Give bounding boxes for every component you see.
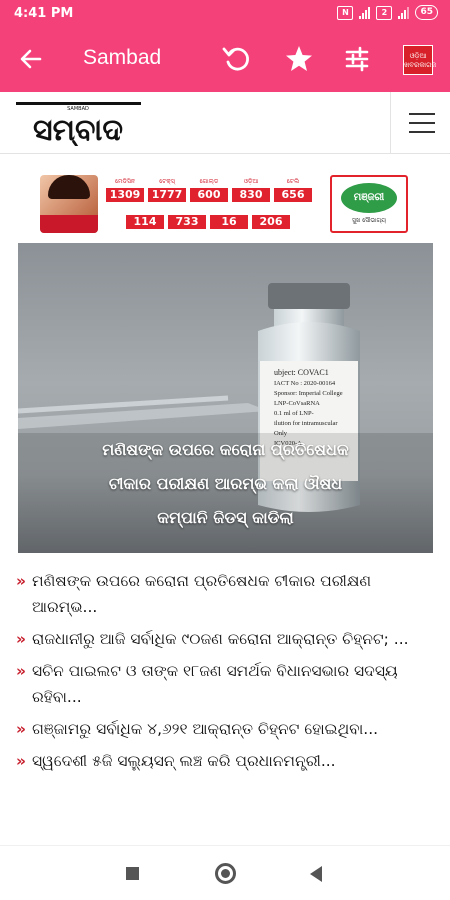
ad-score-value: 206 <box>252 215 290 229</box>
hamburger-menu-icon[interactable] <box>390 92 450 154</box>
vial-label-1: ubject: COVAC1 <box>274 368 329 377</box>
home-circle-icon[interactable] <box>215 863 236 884</box>
news-item[interactable]: » ସଚିନ ପାଇଲଟ ଓ ତାଙ୍କ ୧୮ଜଣ ସମର୍ଥକ ବିଧାନସଭ… <box>16 658 436 710</box>
status-bar: 4:41 PM N 2 65 <box>0 0 450 28</box>
hero-caption: ମଣିଷଙ୍କ ଉପରେ କରୋନା ପ୍ରତିଷେଧକ ଟୀକାର ପରୀକ୍… <box>18 433 433 535</box>
vial-label-3: Sponsor: Imperial College <box>274 390 343 397</box>
signal-4g-icon <box>359 6 371 19</box>
news-headline[interactable]: ଗଞ୍ଜାମରୁ ସର୍ବାଧିକ ୪,୬୨୧ ଆକ୍ରାନ୍ତ ଚିହ୍ନଟ … <box>32 716 436 742</box>
double-chevron-icon: » <box>16 752 27 770</box>
back-triangle-icon[interactable] <box>310 866 322 882</box>
ad-score: 16 <box>210 205 248 229</box>
ad-score-value: 1309 <box>106 188 144 202</box>
double-chevron-icon: » <box>16 662 27 680</box>
logo-small-text: SAMBAD <box>67 106 89 112</box>
vial-label-5: 0.1 ml of LNP- <box>274 410 314 417</box>
ad-score-value: 656 <box>274 188 312 202</box>
hero-caption-line-2: ଟୀକାର ପରୀକ୍ଷଣ ଆରମ୍ଭ କଲା ଔଷଧ <box>108 474 343 493</box>
vial-label-2: IACT No : 2020-00164 <box>274 380 336 387</box>
app-bar: Sambad ଓଡ଼ିଆ ଖବରକାଗଜ <box>0 28 450 92</box>
news-headline[interactable]: ରାଜଧାନୀରୁ ଆଜି ସର୍ବାଧିକ ୯୦ଜଣ କରୋନା ଆକ୍ରାନ… <box>32 626 436 652</box>
ad-scores: ମେଡିସିନ 1309 ଟେକ୍ସ୍ 1777 ଗୋଲ୍ଡ 600 ଓଡ଼ିଆ 830 ଟେଲ… <box>106 178 326 232</box>
ad-score-value: 830 <box>232 188 270 202</box>
hero-image[interactable]: ubject: COVAC1 IACT No : 2020-00164 Spon… <box>18 243 433 553</box>
app-title: Sambad <box>83 46 162 69</box>
sambad-thumbnail-text: ଓଡ଼ିଆ ଖବରକାଗଜ <box>404 52 437 69</box>
ad-score-value: 600 <box>190 188 228 202</box>
ad-score: ଗୋଲ୍ଡ 600 <box>190 178 228 202</box>
ad-score-label: ଟେକ୍ସ୍ <box>159 178 175 185</box>
ad-score-label <box>168 205 206 214</box>
ad-score: ଟେଲି 656 <box>274 178 312 202</box>
ad-brand-tag: ସୁଖ ସୌଭାଗ୍ୟ <box>351 217 387 224</box>
double-chevron-icon: » <box>16 720 27 738</box>
ad-score-label: ଟେଲି <box>286 178 300 185</box>
settings-sliders-icon[interactable] <box>340 42 374 76</box>
status-time: 4:41 PM <box>14 6 74 21</box>
site-header: SAMBAD ସମ୍ବାଦ <box>0 92 450 154</box>
ad-score-row-2: 114 733 16 206 <box>106 205 326 229</box>
refresh-icon[interactable] <box>220 42 254 76</box>
logo-text: ସମ୍ବାଦ <box>33 113 123 146</box>
ad-score-value: 16 <box>210 215 248 229</box>
status-icons: N 2 65 <box>337 5 438 20</box>
ad-model-image <box>40 175 98 233</box>
ad-score-value: 1777 <box>148 188 186 202</box>
hero-caption-line-3: କମ୍ପାନି ଜିଡସ୍ କାଡିଲା <box>157 508 294 527</box>
news-item[interactable]: » ଗଞ୍ଜାମରୁ ସର୍ବାଧିକ ୪,୬୨୧ ଆକ୍ରାନ୍ତ ଚିହ୍ନ… <box>16 716 436 742</box>
signal-icon <box>398 6 410 19</box>
sambad-logo[interactable]: SAMBAD ସମ୍ବାଦ <box>16 102 141 149</box>
ad-banner[interactable]: ମେଡିସିନ 1309 ଟେକ୍ସ୍ 1777 ଗୋଲ୍ଡ 600 ଓଡ଼ିଆ 830 ଟେଲ… <box>40 175 410 235</box>
news-headline[interactable]: ସଚିନ ପାଇଲଟ ଓ ତାଙ୍କ ୧୮ଜଣ ସମର୍ଥକ ବିଧାନସଭାର… <box>32 658 436 710</box>
ad-score-label: ଗୋଲ୍ଡ <box>199 178 219 185</box>
hero-caption-line-1: ମଣିଷଙ୍କ ଉପରେ କରୋନା ପ୍ରତିଷେଧକ <box>102 440 349 459</box>
ad-brand-name: ମଞ୍ଜରୀ <box>341 183 397 213</box>
ad-score-row-1: ମେଡିସିନ 1309 ଟେକ୍ସ୍ 1777 ଗୋଲ୍ଡ 600 ଓଡ଼ିଆ 830 ଟେଲ… <box>106 178 326 202</box>
news-list: » ମଣିଷଙ୍କ ଉପରେ କରୋନା ପ୍ରତିଷେଧକ ଟୀକାର ପରୀ… <box>16 568 436 780</box>
ad-score: ମେଡିସିନ 1309 <box>106 178 144 202</box>
ad-score: ଓଡ଼ିଆ 830 <box>232 178 270 202</box>
ad-score-label <box>126 205 164 214</box>
back-arrow-icon[interactable] <box>18 44 46 74</box>
double-chevron-icon: » <box>16 572 27 590</box>
ad-brand-logo: ମଞ୍ଜରୀ ସୁଖ ସୌଭାଗ୍ୟ <box>330 175 408 233</box>
ad-score: 114 <box>126 205 164 229</box>
sim-icon: 2 <box>376 5 393 20</box>
news-item[interactable]: » ସ୍ୱଦେଶୀ ୫ଜି ସଲ୍ୟୁସନ୍ ଲଞ୍ଚ କରି ପ୍ରଧାନମନ… <box>16 748 436 774</box>
recents-square-icon[interactable] <box>126 867 139 880</box>
battery-icon: 65 <box>415 5 438 20</box>
ad-score-label <box>252 205 290 214</box>
double-chevron-icon: » <box>16 630 27 648</box>
ad-score: 733 <box>168 205 206 229</box>
ad-score: 206 <box>252 205 290 229</box>
ad-score-value: 733 <box>168 215 206 229</box>
star-icon[interactable] <box>282 42 316 76</box>
ad-score-label: ମେଡିସିନ <box>115 178 135 185</box>
system-nav-bar <box>0 845 450 900</box>
ad-score-value: 114 <box>126 215 164 229</box>
news-item[interactable]: » ରାଜଧାନୀରୁ ଆଜି ସର୍ବାଧିକ ୯୦ଜଣ କରୋନା ଆକ୍ର… <box>16 626 436 652</box>
nfc-icon: N <box>337 5 354 20</box>
vial-label-4: LNP-CoVsaRNA <box>274 400 320 407</box>
news-headline[interactable]: ସ୍ୱଦେଶୀ ୫ଜି ସଲ୍ୟୁସନ୍ ଲଞ୍ଚ କରି ପ୍ରଧାନମନ୍ତ… <box>32 748 436 774</box>
ad-score: ଟେକ୍ସ୍ 1777 <box>148 178 186 202</box>
news-item[interactable]: » ମଣିଷଙ୍କ ଉପରେ କରୋନା ପ୍ରତିଷେଧକ ଟୀକାର ପରୀ… <box>16 568 436 620</box>
ad-score-label: ଓଡ଼ିଆ <box>243 178 259 185</box>
vial-label-6: ilution for intramuscular <box>274 420 338 427</box>
sambad-thumbnail-icon[interactable]: ଓଡ଼ିଆ ଖବରକାଗଜ <box>403 45 437 75</box>
news-headline[interactable]: ମଣିଷଙ୍କ ଉପରେ କରୋନା ପ୍ରତିଷେଧକ ଟୀକାର ପରୀକ୍… <box>32 568 436 620</box>
ad-score-label <box>210 205 248 214</box>
